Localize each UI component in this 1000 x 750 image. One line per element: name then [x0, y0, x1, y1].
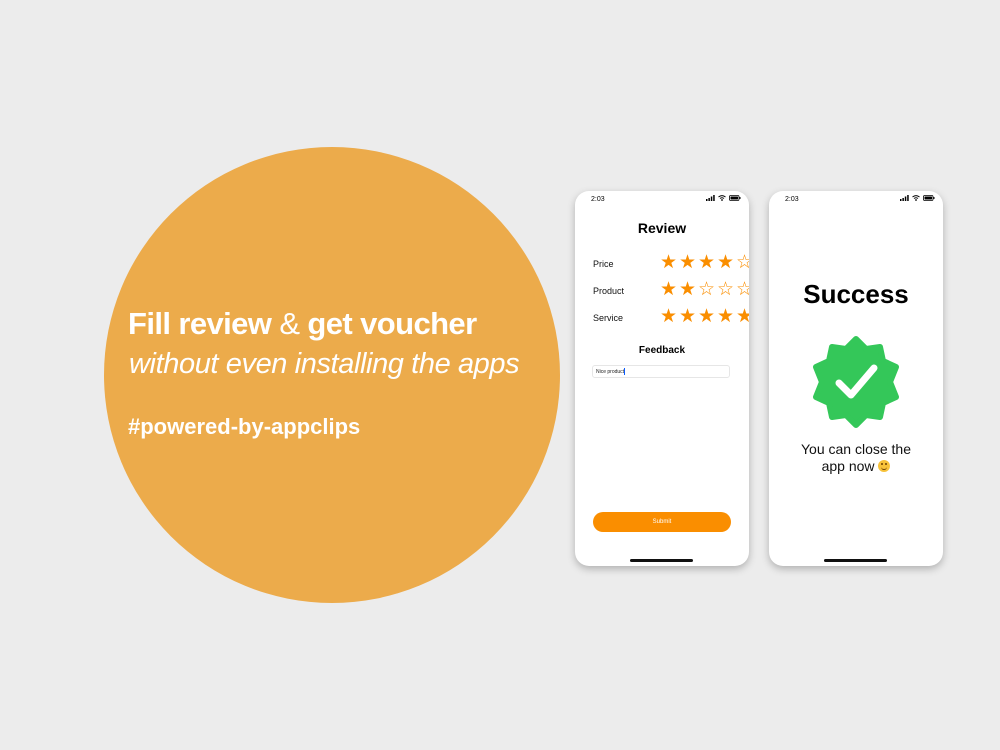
text-cursor: [624, 368, 626, 376]
feedback-input[interactable]: Nice product: [592, 365, 730, 378]
star-filled-icon[interactable]: ★: [697, 307, 716, 327]
home-indicator[interactable]: [630, 559, 693, 562]
status-time: 2:03: [591, 196, 605, 203]
status-time: 2:03: [785, 196, 799, 203]
smiling-face-icon: [878, 460, 891, 472]
rating-label: Product: [593, 286, 625, 296]
rating-row-product: Product ★ ★ ☆ ☆ ☆: [593, 280, 749, 302]
star-empty-icon[interactable]: ☆: [735, 280, 749, 300]
star-filled-icon[interactable]: ★: [716, 253, 735, 273]
rating-row-service: Service ★ ★ ★ ★ ★: [593, 307, 749, 329]
star-filled-icon[interactable]: ★: [678, 307, 697, 327]
battery-icon: [923, 195, 935, 201]
wifi-icon: [718, 195, 726, 201]
close-message-line2: app now: [821, 458, 875, 474]
feedback-title: Feedback: [638, 345, 686, 356]
close-message: You can close the app now: [789, 441, 923, 475]
rating-label: Service: [593, 313, 624, 323]
star-filled-icon[interactable]: ★: [659, 280, 678, 300]
headline-part2: get voucher: [307, 306, 477, 341]
star-empty-icon[interactable]: ☆: [697, 280, 716, 300]
rating-row-price: Price ★ ★ ★ ★ ☆: [593, 253, 749, 275]
home-indicator[interactable]: [824, 559, 887, 562]
review-phone-screen: 2:03 Review Price ★ ★ ★ ★ ☆ Product ★ ★ ☆ ☆ ☆ Se…: [575, 191, 749, 566]
signal-icon: [706, 195, 715, 201]
status-icons: [900, 195, 935, 201]
promo-hashtag: #powered-by-appclips: [128, 414, 361, 439]
close-message-line1: You can close the: [800, 441, 911, 457]
headline-part1: Fill review: [128, 306, 272, 341]
star-filled-icon[interactable]: ★: [678, 280, 697, 300]
verified-check-badge-icon: [813, 336, 899, 428]
battery-icon: [729, 195, 741, 201]
wifi-icon: [912, 195, 920, 201]
star-filled-icon[interactable]: ★: [659, 307, 678, 327]
status-bar: 2:03: [575, 195, 749, 207]
star-filled-icon[interactable]: ★: [678, 253, 697, 273]
status-bar: 2:03: [769, 195, 943, 207]
success-phone-screen: 2:03 Success You can close the app now: [769, 191, 943, 566]
submit-button[interactable]: Submit: [593, 512, 731, 532]
star-empty-icon[interactable]: ☆: [735, 253, 749, 273]
star-filled-icon[interactable]: ★: [697, 253, 716, 273]
review-title: Review: [637, 220, 687, 236]
badge-shape: [813, 336, 899, 428]
star-empty-icon[interactable]: ☆: [716, 280, 735, 300]
star-rating-product[interactable]: ★ ★ ☆ ☆ ☆: [659, 280, 749, 300]
signal-icon: [900, 195, 909, 201]
status-icons: [706, 195, 741, 201]
star-rating-service[interactable]: ★ ★ ★ ★ ★: [659, 307, 749, 327]
headline-ampersand: &: [279, 306, 300, 341]
star-filled-icon[interactable]: ★: [735, 307, 749, 327]
star-rating-price[interactable]: ★ ★ ★ ★ ☆: [659, 253, 749, 273]
promo-subline: without even installing the apps: [129, 348, 520, 380]
success-title: Success: [803, 279, 909, 309]
star-filled-icon[interactable]: ★: [659, 253, 678, 273]
star-filled-icon[interactable]: ★: [716, 307, 735, 327]
feedback-value: Nice product: [596, 369, 625, 375]
promo-headline: Fill review & get voucher: [128, 306, 568, 342]
rating-label: Price: [593, 259, 614, 269]
